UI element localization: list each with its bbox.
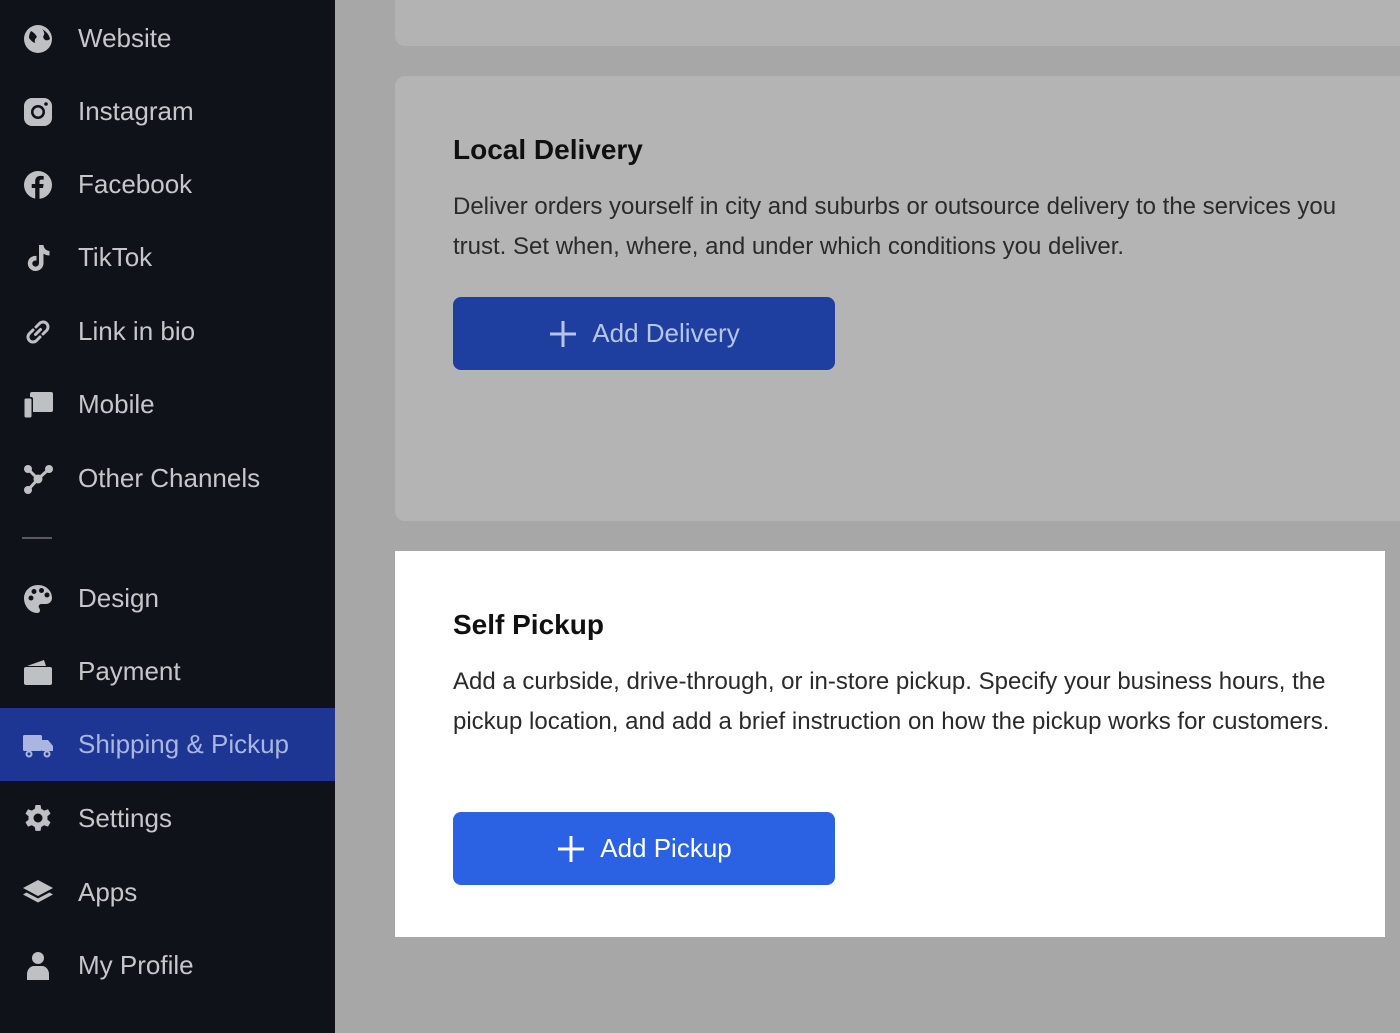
sidebar-item-label: Facebook [78, 169, 193, 199]
self-pickup-card: Self Pickup Add a curbside, drive-throug… [395, 551, 1385, 937]
add-delivery-label: Add Delivery [592, 318, 740, 348]
sidebar-item-mobile[interactable]: Mobile [0, 368, 335, 441]
add-pickup-button[interactable]: Add Pickup [453, 812, 835, 885]
layers-icon [21, 876, 55, 910]
sidebar-item-other-channels[interactable]: Other Channels [0, 442, 335, 515]
local-delivery-card: Local Delivery Deliver orders yourself i… [395, 76, 1400, 521]
palette-icon [21, 582, 55, 616]
add-delivery-button[interactable]: Add Delivery [453, 297, 835, 370]
sidebar-item-label: Instagram [78, 96, 194, 126]
self-pickup-description: Add a curbside, drive-through, or in-sto… [453, 668, 1330, 735]
sidebar-item-label: My Profile [78, 950, 194, 980]
sidebar-item-label: TikTok [78, 242, 153, 272]
sidebar-item-label: Shipping & Pickup [78, 729, 290, 759]
sidebar-divider [22, 537, 52, 539]
sidebar: Website Instagram Facebook TikTok Link i… [0, 0, 335, 1033]
self-pickup-title: Self Pickup [453, 609, 604, 640]
sidebar-item-design[interactable]: Design [0, 562, 335, 635]
sidebar-item-label: Mobile [78, 389, 155, 419]
link-icon [21, 315, 55, 349]
instagram-icon [21, 95, 55, 129]
share-nodes-icon [21, 462, 55, 496]
sidebar-item-website[interactable]: Website [0, 2, 335, 75]
sidebar-item-shipping-pickup[interactable]: Shipping & Pickup [0, 708, 335, 781]
plus-icon [550, 320, 577, 347]
sidebar-item-apps[interactable]: Apps [0, 856, 335, 929]
facebook-icon [21, 168, 55, 202]
sidebar-item-label: Other Channels [78, 463, 261, 493]
sidebar-item-label: Payment [78, 656, 181, 686]
user-icon [21, 949, 55, 983]
sidebar-item-label: Design [78, 583, 159, 613]
sidebar-item-my-profile[interactable]: My Profile [0, 929, 335, 1002]
sidebar-item-link-in-bio[interactable]: Link in bio [0, 295, 335, 368]
plus-icon [558, 835, 585, 862]
sidebar-item-settings[interactable]: Settings [0, 782, 335, 855]
main-content: Local Delivery Deliver orders yourself i… [335, 0, 1400, 1033]
previous-section-card [395, 0, 1400, 46]
local-delivery-title: Local Delivery [453, 134, 643, 165]
gear-icon [21, 802, 55, 836]
sidebar-item-payment[interactable]: Payment [0, 635, 335, 708]
tiktok-icon [21, 241, 55, 275]
truck-icon [21, 728, 55, 762]
sidebar-item-instagram[interactable]: Instagram [0, 75, 335, 148]
wallet-icon [21, 655, 55, 689]
add-pickup-label: Add Pickup [600, 833, 732, 863]
sidebar-item-label: Link in bio [78, 316, 196, 346]
sidebar-item-label: Website [78, 23, 172, 53]
mobile-icon [21, 388, 55, 422]
sidebar-item-label: Apps [78, 877, 138, 907]
local-delivery-description: Deliver orders yourself in city and subu… [453, 193, 1337, 260]
globe-icon [21, 22, 55, 56]
sidebar-item-tiktok[interactable]: TikTok [0, 221, 335, 294]
sidebar-item-facebook[interactable]: Facebook [0, 148, 335, 221]
sidebar-item-label: Settings [78, 803, 172, 833]
